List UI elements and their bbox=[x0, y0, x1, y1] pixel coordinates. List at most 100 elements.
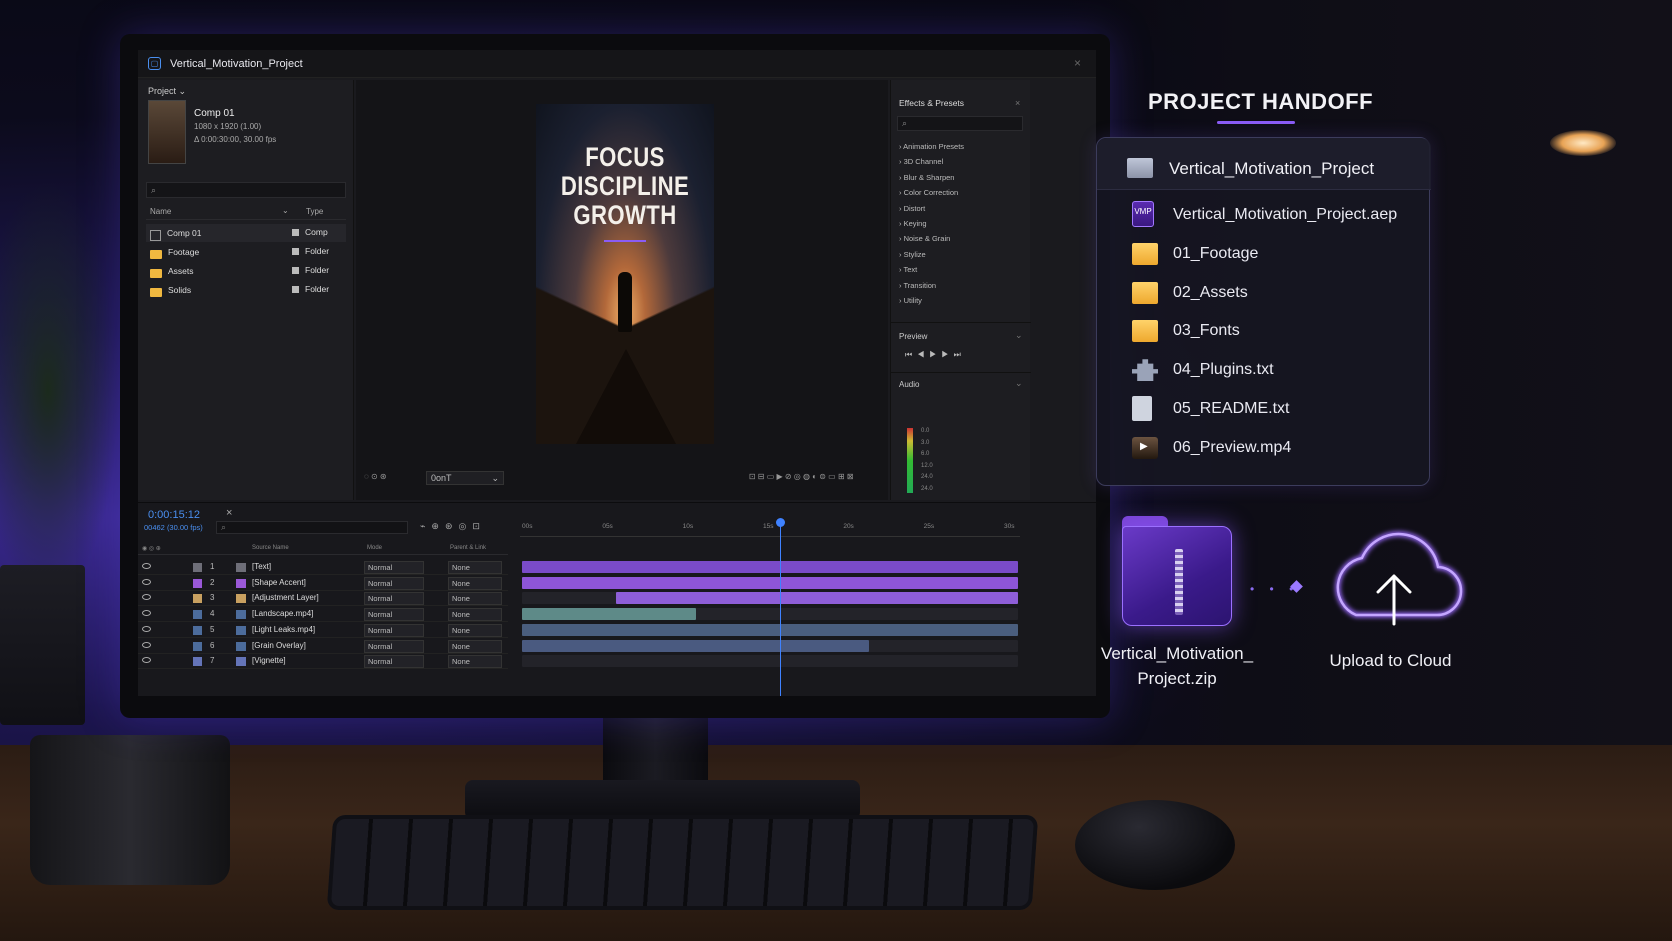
label-color-swatch[interactable] bbox=[193, 594, 202, 604]
file-row[interactable]: 02_Assets bbox=[1127, 278, 1427, 308]
file-row[interactable]: 01_Footage bbox=[1127, 239, 1427, 269]
comp-icon bbox=[150, 229, 161, 241]
close-icon[interactable]: × bbox=[226, 507, 232, 519]
playhead-handle[interactable] bbox=[775, 518, 785, 527]
close-icon[interactable]: × bbox=[1074, 56, 1081, 70]
zoom-select[interactable]: 0onT ⌄ bbox=[426, 471, 504, 485]
layer-bar[interactable] bbox=[522, 576, 1018, 589]
file-name: 02_Assets bbox=[1173, 283, 1248, 301]
handoff-title: PROJECT HANDOFF bbox=[1148, 89, 1374, 114]
chevron-down-icon[interactable]: ⌄ bbox=[179, 86, 187, 96]
file-row[interactable]: ▶ 06_Preview.mp4 bbox=[1127, 433, 1427, 463]
timeline-layer[interactable]: 5 [Light Leaks.mp4] Normal None bbox=[138, 623, 508, 638]
blend-mode-select[interactable]: Normal bbox=[364, 576, 424, 590]
effects-category[interactable]: › Text bbox=[899, 265, 917, 274]
eye-icon[interactable] bbox=[142, 641, 151, 648]
composition-viewer[interactable]: FOCUS DISCIPLINE GROWTH ◌ ⊙ ⊛ ⊡ ⊟ ▭ ▶ ⊘ … bbox=[356, 80, 888, 500]
column-name[interactable]: Name bbox=[150, 207, 171, 216]
timeline-layer[interactable]: 3 [Adjustment Layer] Normal None bbox=[138, 591, 508, 607]
effects-category[interactable]: › Color Correction bbox=[899, 188, 958, 197]
chevron-down-icon[interactable]: ⌄ bbox=[1015, 378, 1023, 389]
effects-search-input[interactable]: ⌕ bbox=[897, 116, 1023, 131]
accent-underline bbox=[604, 240, 646, 242]
project-item-name: Solids bbox=[168, 285, 192, 295]
parent-select[interactable]: None bbox=[448, 592, 502, 606]
file-row[interactable]: 04_Plugins.txt bbox=[1127, 355, 1427, 385]
audio-db-label: 24.0 bbox=[921, 474, 933, 480]
timeline-layer[interactable]: 2 [Shape Accent] Normal None bbox=[138, 576, 508, 591]
parent-select[interactable]: None bbox=[448, 639, 502, 653]
eye-icon[interactable] bbox=[142, 657, 151, 664]
label-color-swatch[interactable] bbox=[193, 578, 202, 588]
effects-category[interactable]: › Distort bbox=[899, 204, 925, 213]
close-icon[interactable]: × bbox=[1015, 98, 1020, 108]
timecode[interactable]: 0:00:15:12 bbox=[148, 509, 200, 521]
audio-meter bbox=[907, 428, 913, 493]
timeline-layer[interactable]: 7 [Vignette] Normal None bbox=[138, 654, 508, 670]
eye-icon[interactable] bbox=[142, 625, 151, 632]
effects-category[interactable]: › Noise & Grain bbox=[899, 234, 950, 243]
parent-select[interactable]: None bbox=[448, 623, 502, 637]
cloud-upload-icon[interactable] bbox=[1318, 520, 1468, 630]
effects-category[interactable]: › Keying bbox=[899, 219, 927, 228]
file-list-card: Vertical_Motivation_Project VMP Vertical_… bbox=[1096, 137, 1431, 486]
label-color-swatch[interactable] bbox=[193, 610, 202, 620]
layer-bar[interactable] bbox=[522, 623, 1018, 636]
file-name: 01_Footage bbox=[1173, 244, 1259, 262]
timeline-search-input[interactable]: ⌕ bbox=[216, 521, 408, 534]
project-search-input[interactable]: ⌕ bbox=[146, 182, 346, 198]
effects-category[interactable]: › Stylize bbox=[899, 250, 926, 259]
parent-select[interactable]: None bbox=[448, 608, 502, 622]
chevron-down-icon[interactable]: ⌄ bbox=[1015, 330, 1023, 341]
layer-bar[interactable] bbox=[522, 639, 870, 652]
label-color-swatch[interactable] bbox=[193, 625, 202, 635]
layer-number: 1 bbox=[210, 562, 215, 571]
layer-bar[interactable] bbox=[522, 561, 1018, 573]
parent-select[interactable]: None bbox=[448, 655, 502, 669]
file-row[interactable]: 05_README.txt bbox=[1127, 394, 1427, 424]
zip-archive[interactable] bbox=[1122, 516, 1232, 626]
timeline-layer[interactable]: 1 [Text] Normal None bbox=[138, 560, 508, 575]
project-item[interactable]: Footage Folder bbox=[146, 243, 346, 261]
effects-category[interactable]: › Utility bbox=[899, 296, 922, 305]
blend-mode-select[interactable]: Normal bbox=[364, 623, 424, 637]
layer-bar[interactable] bbox=[616, 592, 1018, 605]
video-icon: ▶ bbox=[1132, 436, 1158, 459]
eye-icon[interactable] bbox=[142, 610, 151, 617]
timeline-tools[interactable]: ⌁⊕⊛◎⊡ bbox=[420, 521, 486, 532]
time-ruler[interactable]: 00s 05s 10s 15s 20s 25s 30s bbox=[520, 521, 1020, 537]
effects-category[interactable]: › Blur & Sharpen bbox=[899, 173, 954, 182]
playhead-line[interactable] bbox=[779, 521, 781, 696]
effects-category[interactable]: › Animation Presets bbox=[899, 142, 964, 151]
blend-mode-select[interactable]: Normal bbox=[364, 592, 424, 606]
parent-select[interactable]: None bbox=[448, 576, 502, 590]
blend-mode-select[interactable]: Normal bbox=[364, 639, 424, 653]
blend-mode-select[interactable]: Normal bbox=[364, 561, 424, 574]
project-item[interactable]: Solids Folder bbox=[146, 281, 346, 299]
label-color-swatch[interactable] bbox=[193, 657, 202, 667]
effects-category[interactable]: › 3D Channel bbox=[899, 157, 943, 166]
label-color-swatch[interactable] bbox=[193, 641, 202, 651]
timeline-layer[interactable]: 6 [Grain Overlay] Normal None bbox=[138, 639, 508, 654]
project-item[interactable]: Assets Folder bbox=[146, 262, 346, 280]
layer-bar[interactable] bbox=[522, 608, 696, 621]
eye-icon[interactable] bbox=[142, 578, 151, 585]
render-icon[interactable]: ⊡ ⊟ ▭ ▶ ⊘ ◎ ◍ ◐ ⊜ ▭ ⊞ ⊠ bbox=[749, 472, 854, 481]
parent-select[interactable]: None bbox=[448, 561, 502, 574]
eye-icon[interactable] bbox=[142, 594, 151, 601]
snapshot-icon[interactable]: ◌ ⊙ ⊛ bbox=[364, 472, 387, 481]
file-row[interactable]: 03_Fonts bbox=[1127, 316, 1427, 346]
sort-icon[interactable]: ⌄ bbox=[282, 206, 289, 215]
eye-icon[interactable] bbox=[142, 563, 151, 569]
folder-header[interactable]: Vertical_Motivation_Project bbox=[1097, 138, 1431, 190]
effects-category[interactable]: › Transition bbox=[899, 281, 936, 290]
column-type[interactable]: Type bbox=[306, 207, 323, 216]
project-item[interactable]: Comp 01 Comp bbox=[146, 224, 346, 242]
blend-mode-select[interactable]: Normal bbox=[364, 655, 424, 669]
file-row[interactable]: VMP Vertical_Motivation_Project.aep bbox=[1127, 200, 1427, 230]
label-color-swatch[interactable] bbox=[193, 563, 202, 572]
project-item-name: Assets bbox=[168, 266, 194, 276]
blend-mode-select[interactable]: Normal bbox=[364, 608, 424, 622]
timeline-layer[interactable]: 4 [Landscape.mp4] Normal None bbox=[138, 607, 508, 623]
playback-controls[interactable]: ⏮◀▶▶⏭ bbox=[905, 350, 966, 360]
